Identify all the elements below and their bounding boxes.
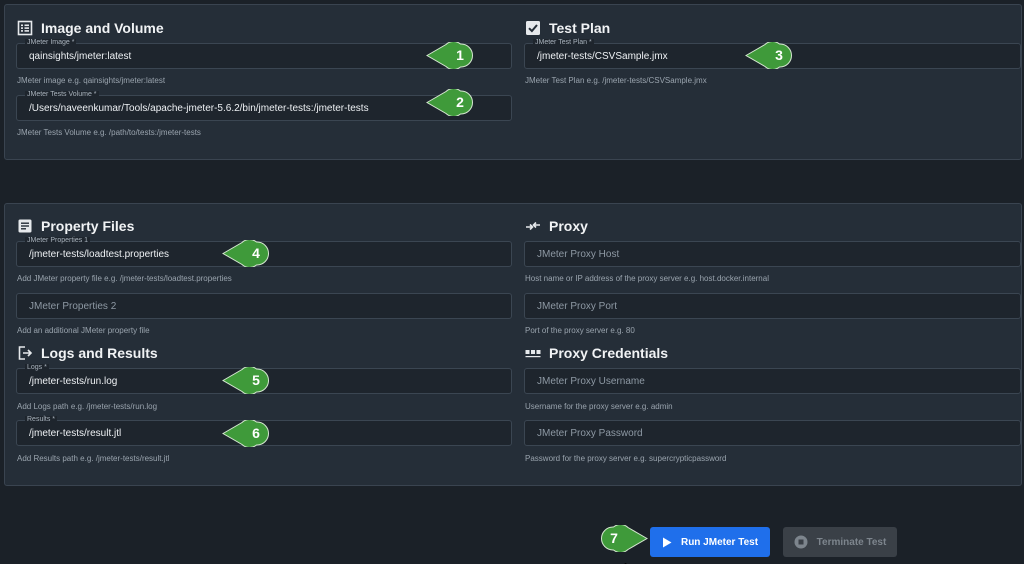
callout-number: 7 xyxy=(610,530,618,546)
callout-number: 1 xyxy=(456,47,464,63)
proxy-credentials-title-text: Proxy Credentials xyxy=(549,345,669,361)
properties1-hint: Add JMeter property file e.g. /jmeter-te… xyxy=(17,274,232,283)
callout-number: 3 xyxy=(775,47,783,63)
swap-icon xyxy=(525,218,541,234)
stop-icon xyxy=(794,535,808,549)
mouse-cursor-icon xyxy=(624,557,634,564)
proxy-port-hint: Port of the proxy server e.g. 80 xyxy=(525,326,635,335)
callout-badge: 6 xyxy=(222,420,270,447)
run-jmeter-test-label: Run JMeter Test xyxy=(680,536,759,548)
proxy-host-field[interactable] xyxy=(524,241,1021,267)
document-icon xyxy=(17,218,33,234)
proxy-host-input[interactable] xyxy=(525,242,1020,266)
jmeter-image-hint: JMeter image e.g. qainsights/jmeter:late… xyxy=(17,76,166,85)
callout-badge: 5 xyxy=(222,367,270,394)
list-icon xyxy=(17,20,33,36)
proxy-credentials-title: Proxy Credentials xyxy=(525,343,668,363)
logout-icon xyxy=(17,345,33,361)
properties2-hint: Add an additional JMeter property file xyxy=(17,326,150,335)
proxy-password-hint: Password for the proxy server e.g. super… xyxy=(525,454,727,463)
property-files-title: Property Files xyxy=(17,216,134,236)
proxy-password-field[interactable] xyxy=(524,420,1021,446)
callout-badge: 4 xyxy=(222,240,270,267)
proxy-host-hint: Host name or IP address of the proxy ser… xyxy=(525,274,769,283)
logs-hint: Add Logs path e.g. /jmeter-tests/run.log xyxy=(17,402,158,411)
property-files-title-text: Property Files xyxy=(41,218,135,234)
run-jmeter-test-button[interactable]: Run JMeter Test xyxy=(650,527,770,557)
results-hint: Add Results path e.g. /jmeter-tests/resu… xyxy=(17,454,170,463)
proxy-port-input[interactable] xyxy=(525,294,1020,318)
terminate-test-button[interactable]: Terminate Test xyxy=(783,527,897,557)
image-volume-title-text: Image and Volume xyxy=(41,20,164,36)
test-plan-title-text: Test Plan xyxy=(549,20,611,36)
terminate-test-label: Terminate Test xyxy=(816,536,887,548)
properties2-field[interactable] xyxy=(16,293,512,319)
logs-results-title-text: Logs and Results xyxy=(41,345,158,361)
proxy-title-text: Proxy xyxy=(549,218,588,234)
proxy-username-field[interactable] xyxy=(524,368,1021,394)
callout-number: 5 xyxy=(252,372,260,388)
proxy-title: Proxy xyxy=(525,216,588,236)
logs-results-title: Logs and Results xyxy=(17,343,158,363)
proxy-port-field[interactable] xyxy=(524,293,1021,319)
properties2-input[interactable] xyxy=(17,294,511,318)
proxy-password-input[interactable] xyxy=(525,421,1020,445)
callout-number: 4 xyxy=(252,245,260,261)
jmeter-volume-hint: JMeter Tests Volume e.g. /path/to/tests:… xyxy=(17,128,201,137)
image-volume-title: Image and Volume xyxy=(17,18,164,38)
test-plan-title: Test Plan xyxy=(525,18,610,38)
password-dots-icon xyxy=(525,345,541,361)
test-plan-hint: JMeter Test Plan e.g. /jmeter-tests/CSVS… xyxy=(525,76,707,85)
callout-badge: 2 xyxy=(426,89,474,116)
callout-number: 2 xyxy=(456,94,464,110)
callout-badge: 3 xyxy=(745,42,793,69)
play-icon xyxy=(662,537,672,548)
callout-badge: 1 xyxy=(426,42,474,69)
callout-badge: 7 xyxy=(600,525,648,552)
proxy-username-hint: Username for the proxy server e.g. admin xyxy=(525,402,673,411)
checkbox-icon xyxy=(525,20,541,36)
callout-number: 6 xyxy=(252,425,260,441)
proxy-username-input[interactable] xyxy=(525,369,1020,393)
